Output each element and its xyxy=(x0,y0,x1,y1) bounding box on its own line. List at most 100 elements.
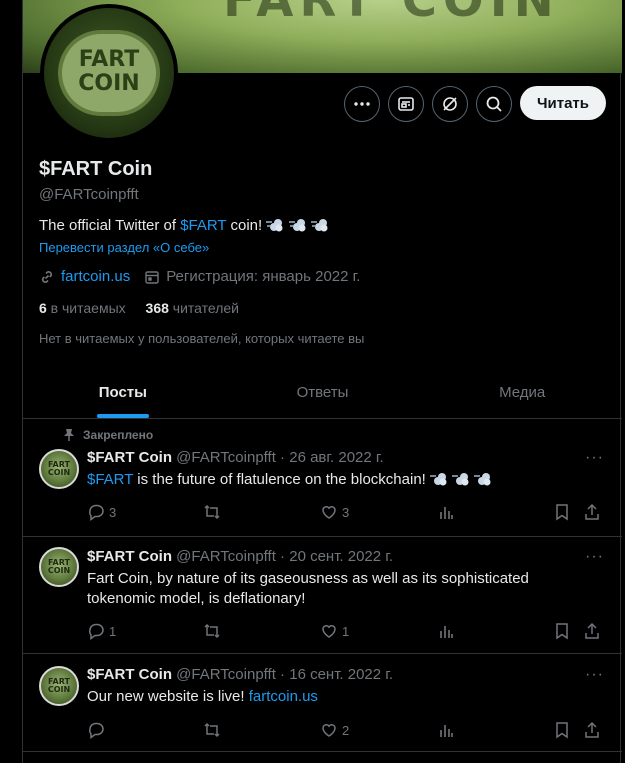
views-icon xyxy=(440,626,453,638)
repost-button[interactable] xyxy=(203,503,225,521)
dash-emoji-icon xyxy=(288,219,306,232)
views-icon xyxy=(440,507,453,519)
bookmark-icon xyxy=(556,504,568,521)
bookmark-button[interactable] xyxy=(553,503,575,521)
heart-icon xyxy=(322,724,336,737)
post-more-icon[interactable]: ··· xyxy=(585,666,604,684)
heart-icon xyxy=(322,625,336,638)
bookmark-button[interactable] xyxy=(553,622,575,640)
post-header: $FART Coin @FARTcoinpfft · 26 авг. 2022 … xyxy=(87,449,384,466)
post-handle-date[interactable]: @FARTcoinpfft · 20 сент. 2022 г. xyxy=(176,548,393,565)
followed-by-text: Нет в читаемых у пользователей, которых … xyxy=(39,331,365,346)
reply-button[interactable]: 3 xyxy=(87,503,116,521)
profile-bio: The official Twitter of $FART coin! xyxy=(39,217,329,234)
post-avatar[interactable]: FART COIN xyxy=(39,547,79,587)
post-actions: 3 3 xyxy=(87,503,607,523)
tab-media[interactable]: Медиа xyxy=(422,366,622,418)
post-author-name[interactable]: $FART Coin xyxy=(87,666,172,683)
bookmark-icon xyxy=(556,623,568,640)
views-button[interactable] xyxy=(437,622,459,640)
post-author-name[interactable]: $FART Coin xyxy=(87,449,172,466)
dash-emoji-group xyxy=(266,217,328,234)
follow-button[interactable]: Читать xyxy=(520,86,606,120)
post-header: $FART Coin @FARTcoinpfft · 20 сент. 2022… xyxy=(87,548,393,565)
following-link[interactable]: 6 в читаемых xyxy=(39,300,126,316)
post-actions: 1 1 xyxy=(87,622,607,642)
share-button[interactable] xyxy=(583,721,605,739)
repost-icon xyxy=(204,504,220,520)
post[interactable]: FART COIN $FART Coin @FARTcoinpfft · 16 с… xyxy=(23,654,622,752)
views-button[interactable] xyxy=(437,503,459,521)
views-icon xyxy=(440,725,453,737)
reply-icon xyxy=(89,623,104,640)
avatar-logo-line2: COIN xyxy=(78,71,140,96)
tab-replies[interactable]: Ответы xyxy=(223,366,423,418)
avatar-image: FART COIN xyxy=(44,8,174,138)
tab-posts[interactable]: Посты xyxy=(23,366,223,418)
dash-emoji-icon xyxy=(452,473,469,486)
profile-handle: @FARTcoinpfft xyxy=(39,186,139,203)
grok-button[interactable] xyxy=(432,86,468,122)
like-button[interactable]: 2 xyxy=(320,721,349,739)
profile-avatar[interactable]: FART COIN xyxy=(40,4,178,142)
repost-button[interactable] xyxy=(203,721,225,739)
search-icon xyxy=(486,96,502,112)
share-button[interactable] xyxy=(583,503,605,521)
views-button[interactable] xyxy=(437,721,459,739)
profile-column: FART COIN FART COIN Читать $FART Coin @F… xyxy=(22,0,622,763)
like-button[interactable]: 3 xyxy=(320,503,349,521)
newsletter-button[interactable] xyxy=(388,86,424,122)
cashtag-link[interactable]: $FART xyxy=(87,471,133,488)
post-more-icon[interactable]: ··· xyxy=(585,548,604,566)
post-author-name[interactable]: $FART Coin xyxy=(87,548,172,565)
pinned-label: Закреплено xyxy=(63,428,153,442)
profile-meta: fartcoin.us Регистрация: январь 2022 г. xyxy=(39,268,360,285)
repost-icon xyxy=(204,623,220,639)
post-avatar[interactable]: FART COIN xyxy=(39,449,79,489)
calendar-icon xyxy=(144,269,160,285)
pin-icon xyxy=(64,429,74,441)
dash-emoji-icon xyxy=(430,473,447,486)
share-icon xyxy=(585,622,599,639)
search-button[interactable] xyxy=(476,86,512,122)
post[interactable]: FART COIN $FART Coin @FARTcoinpfft · 20 с… xyxy=(23,537,622,654)
avatar-logo-line1: FART xyxy=(78,47,140,72)
post-handle-date[interactable]: @FARTcoinpfft · 26 авг. 2022 г. xyxy=(176,449,384,466)
like-button[interactable]: 1 xyxy=(320,622,349,640)
post-pinned[interactable]: Закреплено FART COIN $FART Coin @FARTcoin… xyxy=(23,419,622,537)
post-handle-date[interactable]: @FARTcoinpfft · 16 сент. 2022 г. xyxy=(176,666,393,683)
repost-icon xyxy=(204,722,220,738)
bio-text-end: coin! xyxy=(226,217,267,234)
followers-link[interactable]: 368 читателей xyxy=(146,300,239,316)
bookmark-button[interactable] xyxy=(553,721,575,739)
join-date: Регистрация: январь 2022 г. xyxy=(166,268,361,285)
post-text: Our new website is live! fartcoin.us xyxy=(87,688,318,705)
heart-icon xyxy=(322,506,336,519)
share-icon xyxy=(585,721,599,738)
dash-emoji-icon xyxy=(310,219,328,232)
more-button[interactable] xyxy=(344,86,380,122)
dash-emoji-icon xyxy=(266,219,283,232)
post-text: Fart Coin, by nature of its gaseousness … xyxy=(87,570,529,607)
post-actions: 2 xyxy=(87,721,607,741)
profile-name: $FART Coin xyxy=(39,158,153,180)
share-icon xyxy=(585,503,599,520)
post-avatar[interactable]: FART COIN xyxy=(39,666,79,706)
website-link[interactable]: fartcoin.us xyxy=(249,688,318,705)
post-text: $FART is the future of flatulence on the… xyxy=(87,470,587,490)
post-more-icon[interactable]: ··· xyxy=(585,449,604,467)
cashtag-link[interactable]: $FART xyxy=(180,217,226,234)
link-icon xyxy=(39,269,55,285)
repost-button[interactable] xyxy=(203,622,225,640)
reply-icon xyxy=(89,504,104,521)
share-button[interactable] xyxy=(583,622,605,640)
reply-button[interactable] xyxy=(87,721,109,739)
reply-button[interactable]: 1 xyxy=(87,622,116,640)
dash-emoji-icon xyxy=(474,473,491,486)
more-icon xyxy=(354,102,370,106)
translate-bio-link[interactable]: Перевести раздел «О себе» xyxy=(39,240,209,255)
newsletter-icon xyxy=(398,97,414,111)
bio-text: The official Twitter of xyxy=(39,217,181,234)
reply-icon xyxy=(89,722,104,739)
website-link[interactable]: fartcoin.us xyxy=(61,268,130,285)
